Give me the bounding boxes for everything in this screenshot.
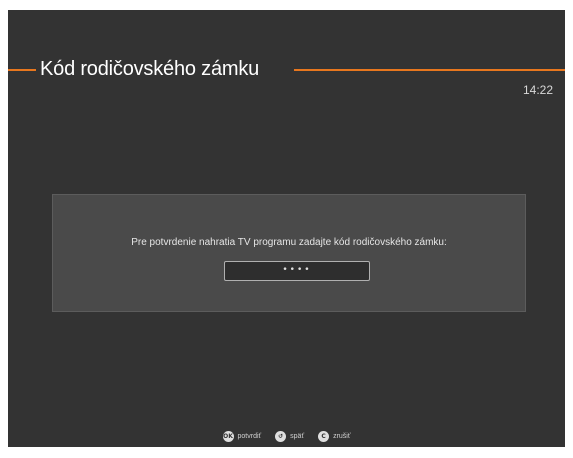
header-rule-left: [8, 69, 36, 71]
hint-cancel[interactable]: C zrušiť: [318, 431, 350, 442]
page-title: Kód rodičovského zámku: [40, 58, 260, 80]
hint-confirm[interactable]: OK potvrdiť: [222, 431, 262, 442]
ok-button-icon: OK: [222, 431, 234, 442]
pin-input[interactable]: ••••: [224, 261, 370, 281]
pin-dialog: Pre potvrdenie nahratia TV programu zada…: [52, 194, 526, 312]
cancel-button-icon: C: [318, 431, 330, 442]
hint-back[interactable]: ↺ späť: [275, 431, 304, 442]
hint-back-label: späť: [290, 433, 305, 440]
back-button-icon: ↺: [275, 431, 287, 442]
footer-hints: OK potvrdiť ↺ späť C zrušiť: [8, 431, 565, 442]
clock: 14:22: [522, 83, 553, 97]
dialog-message: Pre potvrdenie nahratia TV programu zada…: [131, 237, 447, 248]
hint-confirm-label: potvrdiť: [237, 433, 262, 440]
header-rule-right: [294, 69, 565, 71]
tv-screen: Kód rodičovského zámku 14:22 Pre potvrde…: [8, 10, 565, 447]
hint-cancel-label: zrušiť: [333, 433, 351, 440]
